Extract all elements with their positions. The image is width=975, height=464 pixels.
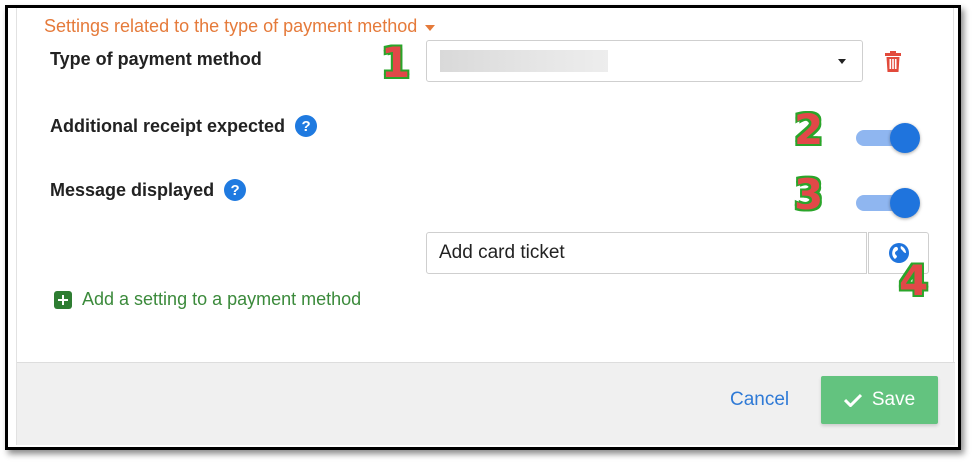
caret-down-icon <box>425 24 436 31</box>
check-icon <box>843 393 862 407</box>
save-button-label: Save <box>871 389 916 410</box>
additional-receipt-label: Additional receipt expected ? <box>50 115 318 137</box>
annotation-marker-2: 2 <box>794 105 824 154</box>
save-button[interactable]: Save <box>821 376 938 424</box>
caret-down-icon <box>838 59 846 64</box>
payment-type-label: Type of payment method <box>50 49 262 70</box>
annotation-marker-1: 1 <box>381 38 411 87</box>
help-icon[interactable]: ? <box>295 115 318 137</box>
message-displayed-label-text: Message displayed <box>50 179 215 200</box>
section-header-toggle[interactable]: Settings related to the type of payment … <box>44 16 436 37</box>
delete-setting-button[interactable] <box>884 51 902 73</box>
select-value-redacted <box>440 50 608 72</box>
payment-type-select[interactable] <box>426 40 863 82</box>
toggle-knob <box>890 123 920 153</box>
message-text-input[interactable]: Add card ticket <box>426 232 867 274</box>
message-displayed-toggle[interactable] <box>856 183 920 223</box>
dialog-footer <box>17 362 955 445</box>
add-setting-label: Add a setting to a payment method <box>82 289 362 309</box>
plus-square-icon <box>54 290 72 309</box>
trash-icon <box>885 51 901 72</box>
annotation-marker-3: 3 <box>794 170 824 219</box>
section-header-label: Settings related to the type of payment … <box>44 16 418 36</box>
additional-receipt-toggle[interactable] <box>856 118 920 158</box>
annotation-marker-4: 4 <box>899 256 929 305</box>
toggle-knob <box>890 188 920 218</box>
settings-panel: Settings related to the type of payment … <box>16 8 955 445</box>
payment-type-label-text: Type of payment method <box>50 49 262 69</box>
help-icon[interactable]: ? <box>224 179 247 201</box>
additional-receipt-label-text: Additional receipt expected <box>50 115 286 136</box>
add-setting-link[interactable]: Add a setting to a payment method <box>54 289 361 310</box>
cancel-button[interactable]: Cancel <box>730 389 789 411</box>
message-displayed-label: Message displayed ? <box>50 179 247 201</box>
screenshot-frame: Settings related to the type of payment … <box>5 5 961 450</box>
